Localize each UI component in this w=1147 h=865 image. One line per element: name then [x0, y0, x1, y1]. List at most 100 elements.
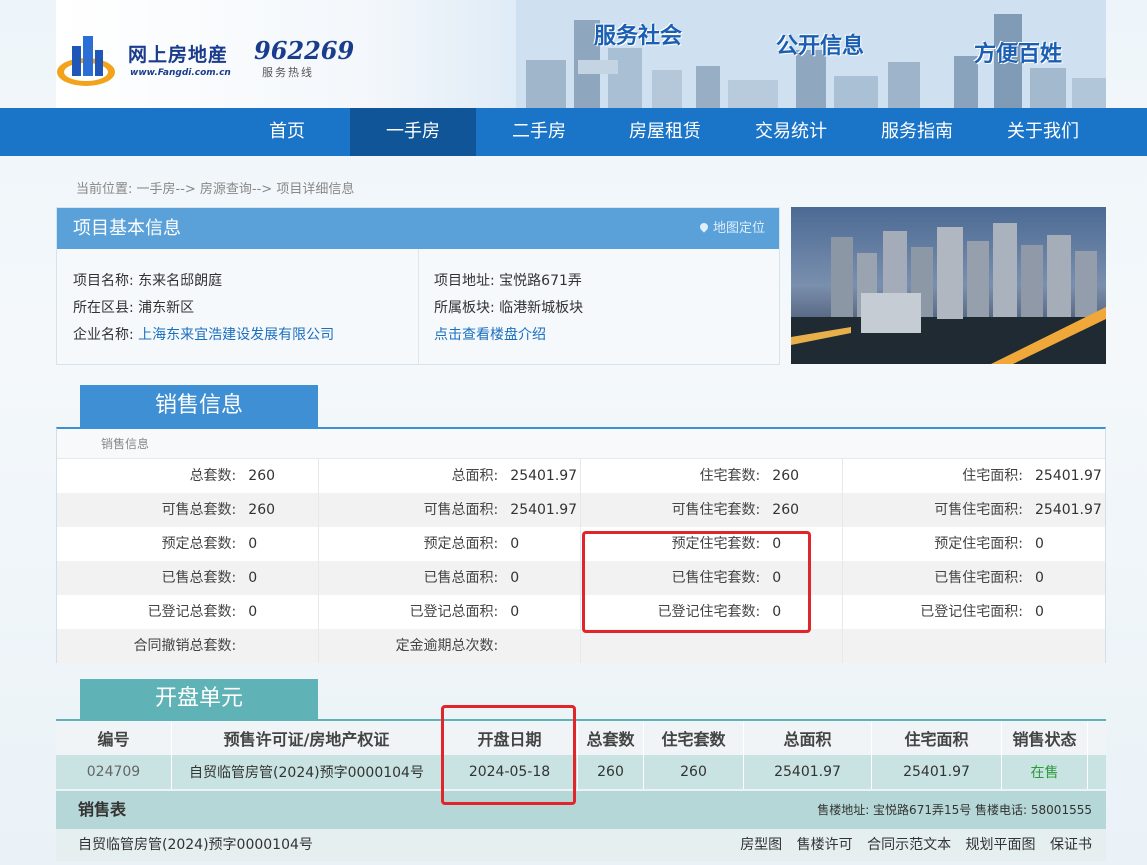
sales-info-tab[interactable]: 销售信息: [80, 385, 318, 427]
sales-info-subtitle: 销售信息: [57, 429, 1105, 459]
sales-cell-label: 已售总套数:: [161, 570, 237, 586]
nav-service-guide[interactable]: 服务指南: [854, 108, 980, 156]
sales-cell-label: 已售住宅面积:: [934, 570, 1023, 586]
logo-text[interactable]: 网上房地産: [128, 40, 228, 67]
sales-cell-label: 已售总面积:: [423, 570, 499, 586]
sales-cell-value: [242, 629, 318, 663]
sales-cell-label: 预定总面积:: [423, 536, 499, 552]
sales-cell: 已售住宅面积: 0: [843, 561, 1105, 595]
sales-cell-value: 0: [248, 604, 258, 620]
sales-cell: 已售总面积: 0: [319, 561, 581, 595]
sales-cell: 已登记总套数: 0: [57, 595, 319, 629]
sales-cell-value: 0: [248, 570, 258, 586]
block-label: 所属板块:: [434, 300, 495, 316]
sales-cell-value: 0: [248, 536, 258, 552]
project-info-left: 项目名称: 东来名邸朗庭 所在区县: 浦东新区 企业名称: 上海东来宜浩建设发展…: [73, 268, 334, 349]
table-row[interactable]: 024709 自贸临管房管(2024)预字0000104号 2024-05-18 26…: [56, 755, 1106, 789]
sales-cell-value: 0: [772, 570, 782, 586]
open-units-tab[interactable]: 开盘单元: [80, 679, 318, 719]
table-cell: 自贸临管房管(2024)预字0000104号: [172, 755, 442, 789]
site-plan-link[interactable]: 规划平面图: [966, 837, 1036, 853]
map-pin-icon: [698, 221, 710, 233]
sales-cell: 可售住宅面积: 25401.97: [843, 493, 1105, 527]
project-info-right: 项目地址: 宝悦路671弄 所属板块: 临港新城板块 点击查看楼盘介绍: [434, 268, 583, 349]
sales-cell-label: 定金逾期总次数:: [395, 638, 499, 654]
contract-template-link[interactable]: 合同示范文本: [867, 837, 951, 853]
permit-links: 房型图 售楼许可 合同示范文本 规划平面图 保证书: [730, 829, 1092, 861]
address-label: 项目地址:: [434, 273, 495, 289]
sales-cell-label: 预定总套数:: [161, 536, 237, 552]
company-label: 企业名称:: [73, 327, 134, 343]
sales-cell-value: 260: [772, 502, 800, 518]
sales-cell-label: 可售总面积:: [423, 502, 499, 518]
district-label: 所在区县:: [73, 300, 134, 316]
fangdi-logo-icon[interactable]: [56, 32, 118, 90]
nav-rental[interactable]: 房屋租赁: [602, 108, 728, 156]
permit-number: 自贸临管房管(2024)预字0000104号: [78, 837, 313, 853]
sales-cell-label: 可售总套数:: [161, 502, 237, 518]
sales-cell-value: 25401.97: [1035, 468, 1102, 484]
project-intro-link[interactable]: 点击查看楼盘介绍: [434, 327, 546, 343]
guarantee-link[interactable]: 保证书: [1050, 837, 1092, 853]
table-cell[interactable]: 024709: [56, 755, 172, 789]
company-link[interactable]: 上海东来宜浩建设发展有限公司: [138, 327, 334, 343]
sales-cell: 定金逾期总次数:: [319, 629, 581, 663]
sales-table-bar: 销售表 售楼地址: 宝悦路671弄15号 售楼电话: 58001555: [56, 791, 1106, 829]
sales-cell: 预定住宅面积: 0: [843, 527, 1105, 561]
sales-cell-value: 0: [1035, 604, 1044, 620]
sales-cell-value: 260: [248, 502, 276, 518]
table-cell: 25401.97: [872, 755, 1002, 789]
sales-cell-label: 已登记总套数:: [147, 604, 237, 620]
sales-cell-value: 260: [248, 468, 276, 484]
nav-statistics[interactable]: 交易统计: [728, 108, 854, 156]
sales-cell-label: 住宅套数:: [699, 468, 761, 484]
sales-cell-value: 0: [1035, 570, 1044, 586]
project-info-divider: [418, 249, 419, 365]
sales-cell-label: 预定住宅套数:: [671, 536, 761, 552]
sales-cell-value: 0: [772, 604, 782, 620]
map-locate-link[interactable]: 地图定位: [698, 208, 765, 249]
slogan-service: 服务社会: [594, 23, 683, 49]
sales-cell-label: 总套数:: [189, 468, 237, 484]
breadcrumb: 当前位置: 一手房--> 房源查询--> 项目详细信息: [76, 182, 355, 197]
sales-cell-value: [504, 629, 580, 663]
sales-cell: 已售总套数: 0: [57, 561, 319, 595]
sales-cell: [843, 629, 1105, 663]
floor-plan-link[interactable]: 房型图: [740, 837, 782, 853]
sales-cell: 住宅套数: 260: [581, 459, 843, 493]
sales-cell: 总面积: 25401.97: [319, 459, 581, 493]
sales-cell-label: 合同撤销总套数:: [133, 638, 237, 654]
sales-cell-label: [581, 629, 766, 663]
nav-home[interactable]: 首页: [224, 108, 350, 156]
project-block: 临港新城板块: [499, 300, 584, 316]
nav-about-us[interactable]: 关于我们: [980, 108, 1106, 156]
sales-cell-value: [766, 629, 842, 663]
sales-cell-label: [843, 629, 1029, 663]
sales-cell-label: 可售住宅套数:: [671, 502, 761, 518]
sales-cell-value: 0: [510, 570, 520, 586]
sales-cell: 预定总套数: 0: [57, 527, 319, 561]
nav-resale[interactable]: 二手房: [476, 108, 602, 156]
project-name: 东来名邸朗庭: [138, 273, 223, 289]
table-cell: 25401.97: [744, 755, 872, 789]
sales-cell: 已登记住宅面积: 0: [843, 595, 1105, 629]
slogan-convenience: 方便百姓: [974, 41, 1063, 67]
column-header: 总面积: [744, 721, 872, 755]
sales-cell: 住宅面积: 25401.97: [843, 459, 1105, 493]
column-header: 预售许可证/房地产权证: [172, 721, 442, 755]
open-units-header: 编号 预售许可证/房地产权证 开盘日期 总套数 住宅套数 总面积 住宅面积 销售状态: [56, 719, 1106, 755]
sales-cell-label: 总面积:: [451, 468, 499, 484]
nav-new-homes[interactable]: 一手房: [350, 108, 476, 156]
sales-cell-value: 0: [510, 536, 520, 552]
column-header: 编号: [56, 721, 172, 755]
project-info-header: 项目基本信息 地图定位: [57, 208, 779, 249]
sales-cell: [581, 629, 843, 663]
sales-cell: 已售住宅套数: 0: [581, 561, 843, 595]
sales-cell-value: 25401.97: [510, 502, 578, 518]
sales-cell: 预定住宅套数: 0: [581, 527, 843, 561]
sales-permit-link[interactable]: 售楼许可: [797, 837, 853, 853]
sales-cell-label: 住宅面积:: [962, 468, 1023, 484]
sales-cell: 已登记总面积: 0: [319, 595, 581, 629]
project-info-title: 项目基本信息: [73, 218, 181, 239]
sales-cell-label: 已登记总面积:: [409, 604, 499, 620]
